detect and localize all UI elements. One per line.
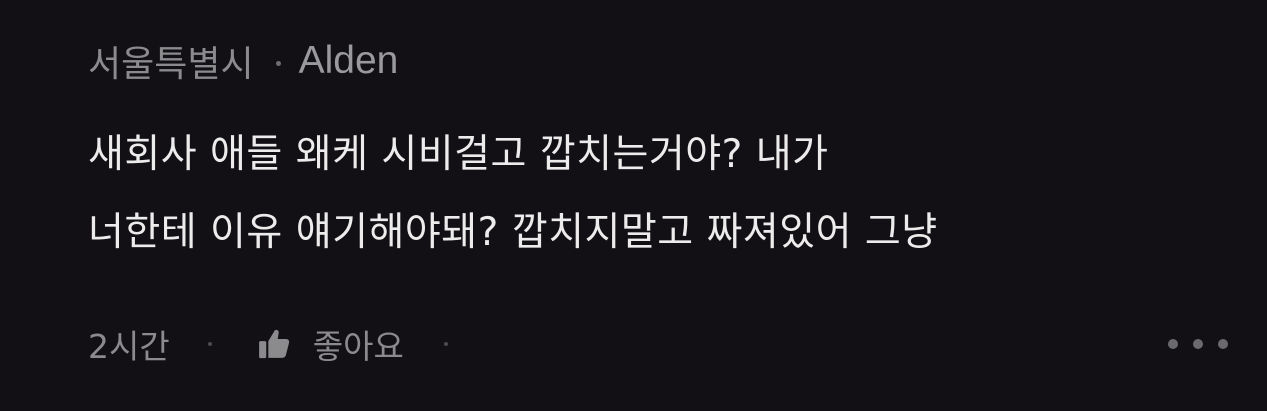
- comment-footer: 2시간 좋아요: [88, 316, 1248, 372]
- more-dot-icon: [1193, 339, 1203, 349]
- like-label: 좋아요: [312, 327, 404, 366]
- separator-dot: [275, 60, 281, 66]
- comment-author[interactable]: Alden: [299, 39, 399, 83]
- more-options-button[interactable]: [1168, 324, 1228, 364]
- comment-text-line-2: 너한테 이유 얘기해야돼? 깝치지말고 짜져있어 그냥: [88, 210, 938, 255]
- thumbs-up-icon: [258, 329, 289, 359]
- comment-text-line-1: 새회사 애들 왜케 시비걸고 깝치는거야? 내가: [88, 132, 829, 177]
- more-dot-icon: [1168, 339, 1178, 349]
- comment-location: 서울특별시: [88, 44, 254, 85]
- separator-dot: [443, 342, 448, 346]
- separator-dot: [207, 342, 212, 346]
- comment-body: 새회사 애들 왜케 시비걸고 깝치는거야? 내가 너한테 이유 얘기해야돼? 깝…: [88, 116, 1208, 272]
- comment-timestamp: 2시간: [88, 327, 170, 366]
- more-dot-icon: [1218, 339, 1228, 349]
- comment-card: 서울특별시 Alden 새회사 애들 왜케 시비걸고 깝치는거야? 내가 너한테…: [0, 0, 1267, 411]
- comment-meta: 서울특별시 Alden: [88, 36, 398, 86]
- like-button[interactable]: 좋아요: [257, 320, 404, 368]
